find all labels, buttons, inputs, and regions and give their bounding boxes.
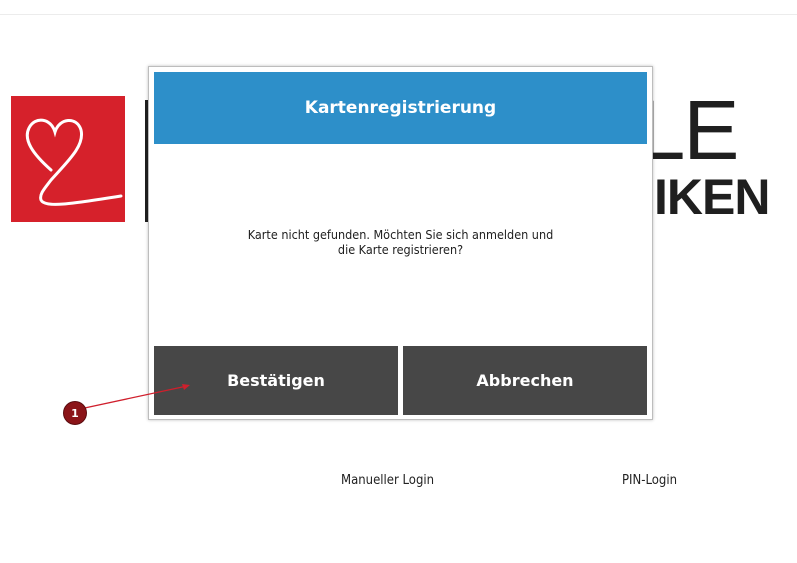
pin-login-link[interactable]: PIN-Login	[622, 473, 677, 488]
manual-login-link[interactable]: Manueller Login	[341, 473, 434, 488]
page: ULE IKEN Kartenregistrierung Karte nicht…	[0, 0, 797, 563]
annotation-badge: 1	[64, 402, 86, 424]
